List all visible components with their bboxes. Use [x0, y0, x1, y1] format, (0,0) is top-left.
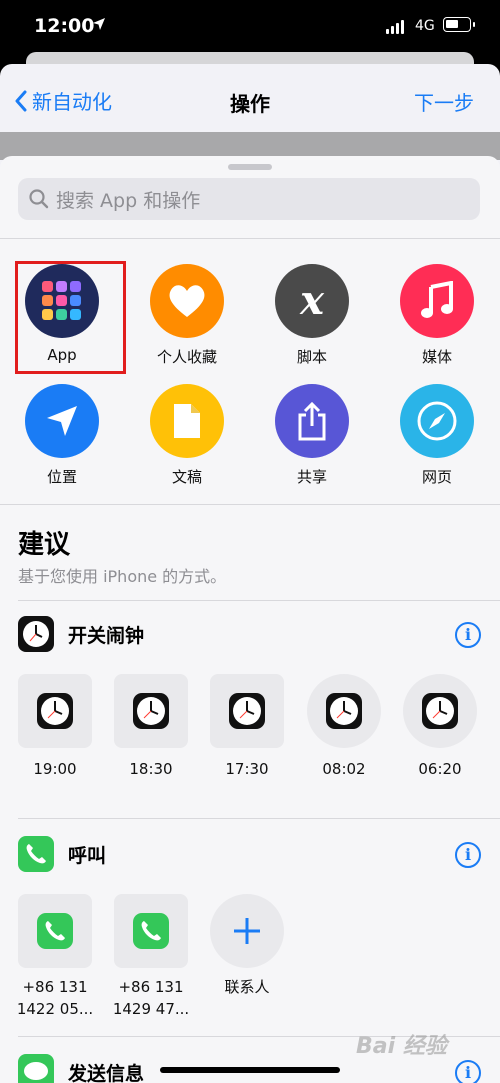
suggestions-subtitle: 基于您使用 iPhone 的方式。 — [18, 567, 227, 586]
add-contact-button[interactable] — [210, 894, 284, 968]
contact-number-line1: +86 131 — [22, 978, 88, 996]
contact-number-line2: 1429 47... — [112, 1000, 190, 1018]
alarm-time: 18:30 — [129, 760, 173, 778]
alarm-tile[interactable] — [307, 674, 381, 748]
alarm-time: 17:30 — [225, 760, 269, 778]
call-section-title: 呼叫 — [68, 844, 107, 867]
status-time: 12:00 — [34, 15, 95, 37]
contact-number-line1: +86 131 — [118, 978, 184, 996]
clock-icon — [133, 693, 169, 729]
phone-icon — [133, 913, 169, 949]
category-media[interactable]: 媒体 — [387, 264, 487, 367]
divider — [18, 600, 500, 601]
category-favorites[interactable]: 个人收藏 — [137, 264, 237, 367]
location-arrow-icon — [25, 384, 99, 458]
annotation-highlight-box — [15, 261, 126, 374]
document-icon — [150, 384, 224, 458]
call-section-header: 呼叫 — [18, 836, 106, 872]
alarm-section-header: 开关闹钟 — [18, 616, 144, 652]
alarm-time: 06:20 — [418, 760, 462, 778]
divider — [0, 238, 500, 239]
category-label: 媒体 — [421, 348, 452, 366]
next-button[interactable]: 下一步 — [414, 87, 474, 116]
messages-app-icon — [18, 1054, 54, 1083]
clock-icon — [422, 693, 458, 729]
phone-app-icon — [18, 836, 54, 872]
actions-sheet: 搜索 App 和操作 App 个人收藏 x 脚本 媒体 位置 文稿 共享 网页 … — [0, 156, 500, 1083]
info-icon[interactable]: i — [455, 622, 481, 648]
category-label: 脚本 — [296, 348, 327, 366]
network-type: 4G — [415, 18, 435, 34]
clock-icon — [229, 693, 265, 729]
info-icon[interactable]: i — [455, 1060, 481, 1083]
category-scripting[interactable]: x 脚本 — [262, 264, 362, 367]
home-indicator[interactable] — [160, 1067, 340, 1073]
compass-icon — [400, 384, 474, 458]
category-documents[interactable]: 文稿 — [137, 384, 237, 487]
watermark: Bai 经验 — [356, 1034, 447, 1059]
divider — [0, 504, 500, 505]
location-services-icon — [93, 18, 105, 30]
category-web[interactable]: 网页 — [387, 384, 487, 487]
message-section-header: 发送信息 — [18, 1054, 144, 1083]
contact-number: +86 131 1422 05... — [5, 976, 105, 1020]
category-location[interactable]: 位置 — [12, 384, 112, 487]
alarm-time: 08:02 — [322, 760, 366, 778]
alarm-time: 19:00 — [33, 760, 77, 778]
suggestions-title: 建议 — [18, 530, 71, 560]
alarm-tile[interactable] — [210, 674, 284, 748]
search-icon — [29, 189, 49, 209]
music-note-icon — [400, 264, 474, 338]
clock-app-icon — [18, 616, 54, 652]
category-label: 网页 — [421, 468, 452, 486]
category-label: 个人收藏 — [156, 348, 217, 366]
category-label: 共享 — [296, 468, 327, 486]
message-section-title: 发送信息 — [68, 1062, 145, 1083]
heart-icon — [150, 264, 224, 338]
search-placeholder: 搜索 App 和操作 — [56, 189, 201, 212]
alarm-section-title: 开关闹钟 — [68, 624, 145, 647]
sheet-grabber[interactable] — [228, 164, 272, 170]
plus-icon — [234, 918, 260, 944]
cellular-signal-icon — [386, 20, 404, 34]
contact-number-line2: 1422 05... — [16, 1000, 94, 1018]
category-label: 位置 — [46, 468, 77, 486]
call-contact-tile[interactable] — [114, 894, 188, 968]
add-contact-label: 联系人 — [224, 978, 270, 996]
alarm-tile[interactable] — [403, 674, 477, 748]
clock-icon — [37, 693, 73, 729]
category-label: 文稿 — [171, 468, 202, 486]
search-field[interactable]: 搜索 App 和操作 — [18, 178, 480, 220]
alarm-tile[interactable] — [114, 674, 188, 748]
share-icon — [275, 384, 349, 458]
call-contact-tile[interactable] — [18, 894, 92, 968]
divider — [18, 818, 500, 819]
contact-number: +86 131 1429 47... — [101, 976, 201, 1020]
clock-icon — [326, 693, 362, 729]
info-icon[interactable]: i — [455, 842, 481, 868]
alarm-tile[interactable] — [18, 674, 92, 748]
category-sharing[interactable]: 共享 — [262, 384, 362, 487]
phone-icon — [37, 913, 73, 949]
battery-icon — [443, 17, 475, 32]
status-bar: 12:00 4G — [0, 0, 500, 50]
script-x-icon: x — [275, 264, 349, 338]
